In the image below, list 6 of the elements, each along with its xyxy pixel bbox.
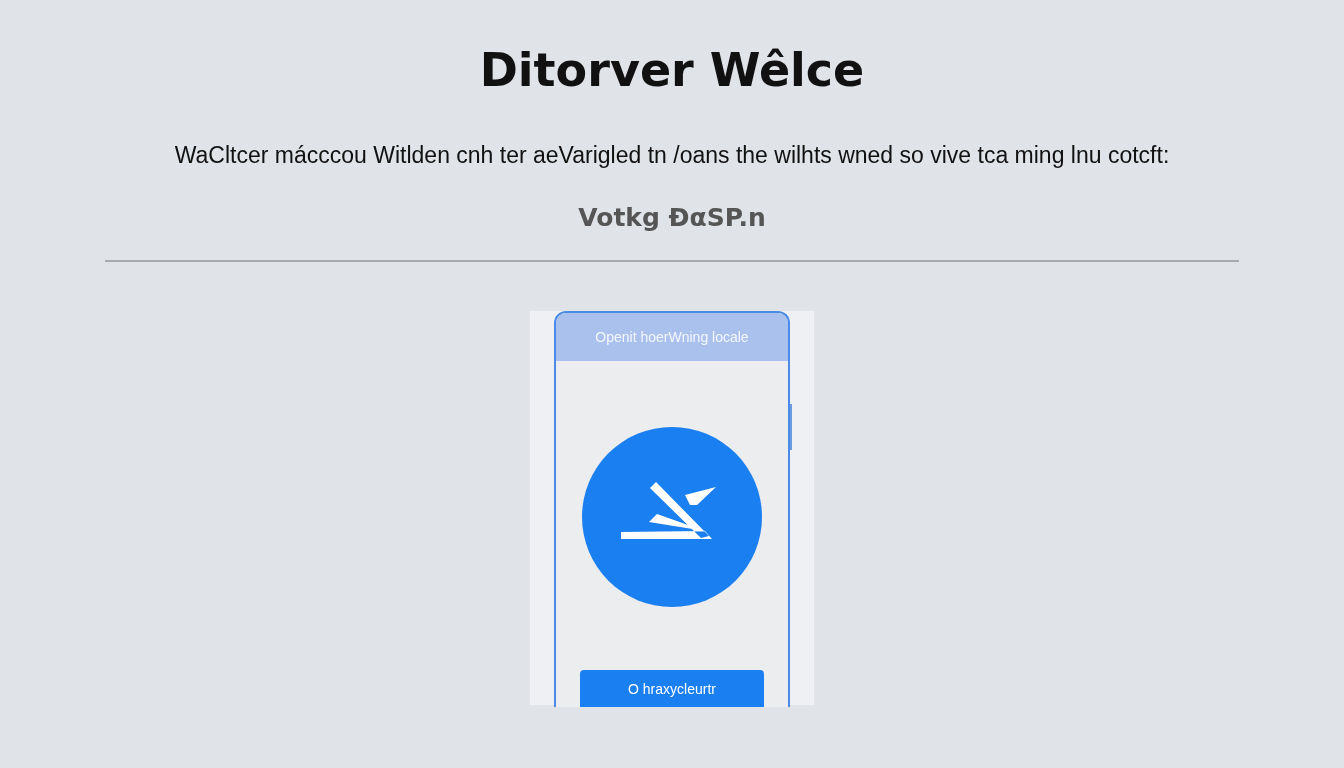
continue-button[interactable]: O hraxycleurtr [580,670,764,707]
subtitle: Votkg ĐαSP.n [578,202,766,234]
scrollbar-thumb[interactable] [790,404,792,450]
page-title: Ditorver Wêlce [479,42,865,98]
description-text: WaCltcer mácccou Witlden cnh ter aeVarigled tn /oans the wilhts wned so vive tca ming lnu cotcft: [174,141,1170,170]
card-header: Openit hoerWning locale [556,313,788,361]
